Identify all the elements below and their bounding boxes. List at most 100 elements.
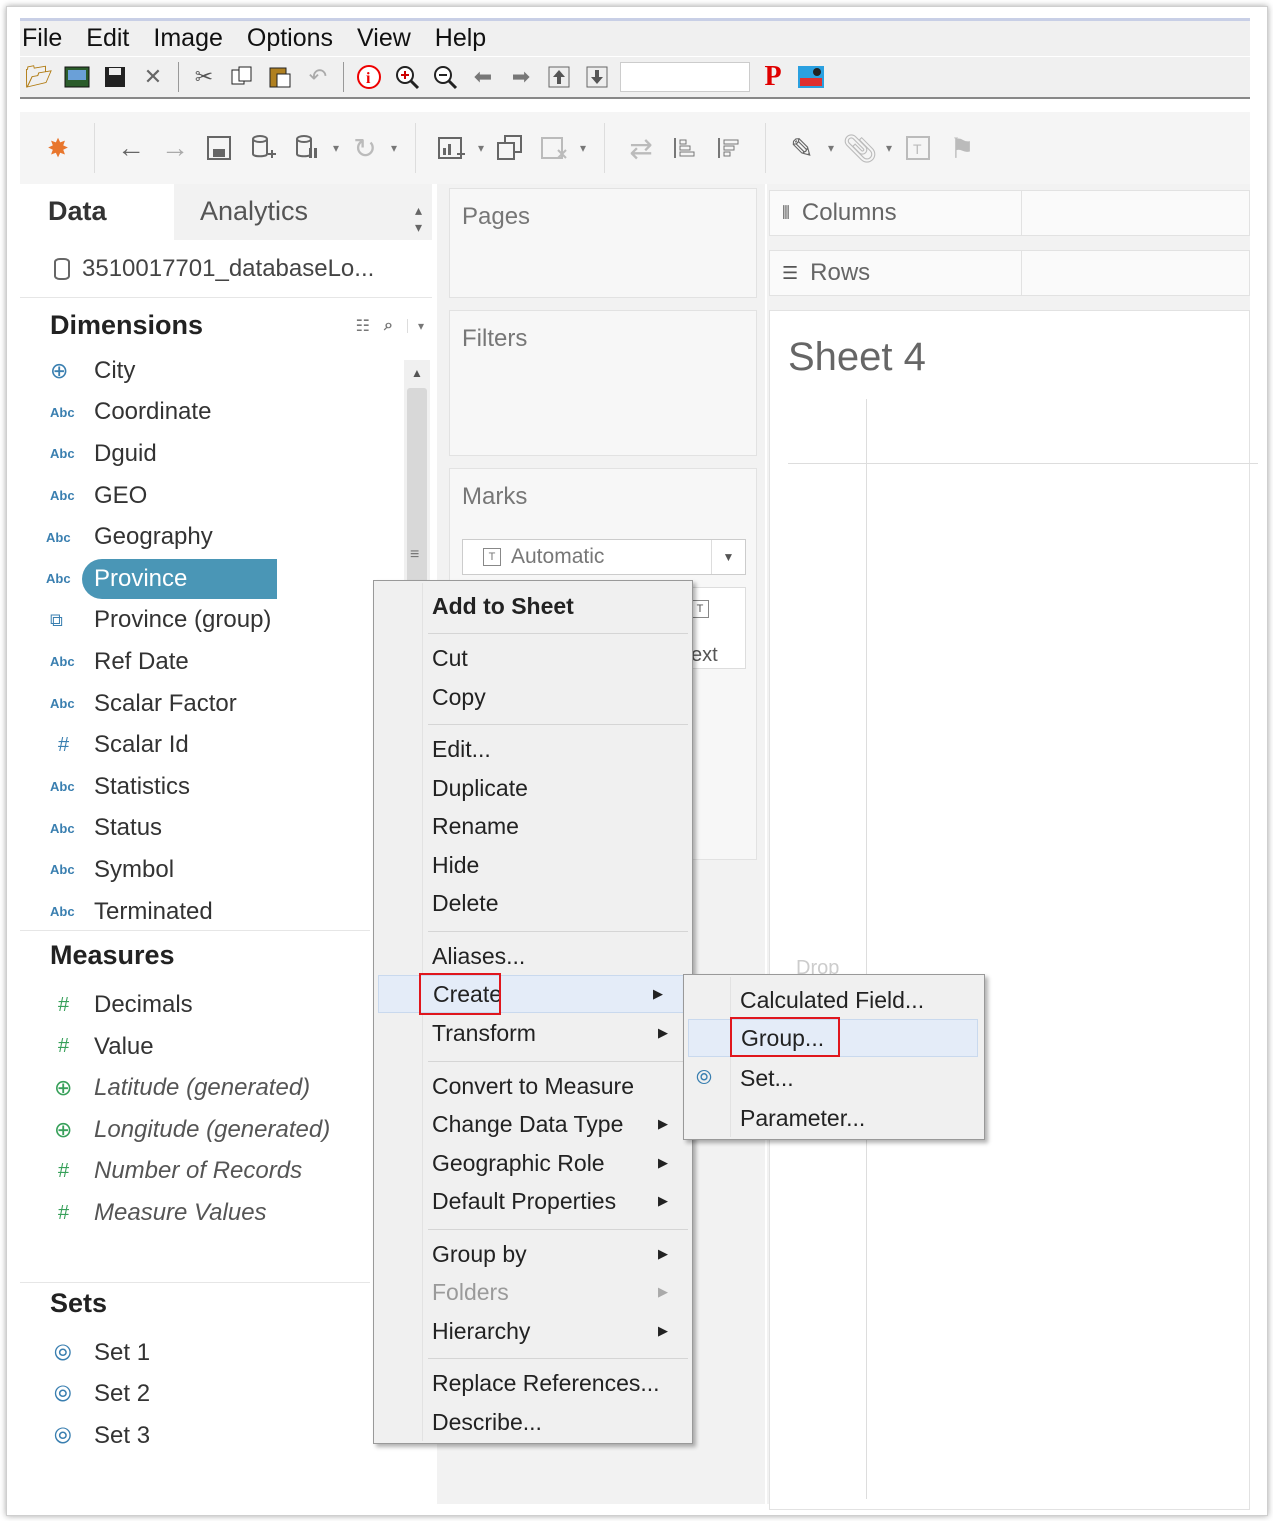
menu-item-convert-to-measure[interactable]: Convert to Measure bbox=[374, 1067, 692, 1105]
set-item[interactable]: ⦾ Set 1 bbox=[20, 1332, 400, 1374]
move-up-icon[interactable] bbox=[544, 62, 574, 92]
arrow-left-icon[interactable]: ⬅︎ bbox=[468, 62, 498, 92]
menu-item-rename[interactable]: Rename bbox=[374, 807, 692, 845]
menu-item-change-data-type[interactable]: Change Data Type ▶ bbox=[374, 1105, 692, 1143]
zoom-in-icon[interactable] bbox=[392, 62, 422, 92]
sort-asc-icon[interactable] bbox=[663, 126, 707, 170]
chevron-down-icon[interactable]: ▼ bbox=[711, 540, 745, 574]
menu-item-aliases[interactable]: Aliases... bbox=[374, 937, 692, 975]
toolbar-text-box[interactable] bbox=[620, 62, 750, 92]
pin-icon[interactable]: ⚑ bbox=[940, 126, 984, 170]
copy-icon[interactable] bbox=[227, 62, 257, 92]
menu-item-transform[interactable]: Transform ▶ bbox=[374, 1014, 692, 1052]
menu-item-duplicate[interactable]: Duplicate bbox=[374, 769, 692, 807]
p-icon[interactable]: P bbox=[758, 61, 788, 92]
show-labels-icon[interactable]: T bbox=[896, 126, 940, 170]
dropdown-arrow-icon[interactable]: ▾ bbox=[882, 141, 896, 155]
highlight-icon[interactable]: ✎ bbox=[780, 126, 824, 170]
dropdown-arrow-icon[interactable]: ▾ bbox=[387, 141, 401, 155]
menu-item-copy[interactable]: Copy bbox=[374, 678, 692, 716]
field-dguid[interactable]: Abc Dguid bbox=[20, 433, 432, 475]
clear-sheet-icon[interactable] bbox=[532, 126, 576, 170]
save-disk-icon[interactable] bbox=[100, 62, 130, 92]
refresh-icon[interactable]: ↻ bbox=[343, 126, 387, 170]
field-scalar-id[interactable]: # Scalar Id bbox=[20, 724, 432, 766]
menu-help[interactable]: Help bbox=[423, 24, 498, 53]
swap-icon[interactable]: ⇄ bbox=[619, 126, 663, 170]
menu-item-set[interactable]: ⦾ Set... bbox=[684, 1059, 984, 1097]
sort-desc-icon[interactable] bbox=[707, 126, 751, 170]
dropdown-arrow-icon[interactable]: ▾ bbox=[576, 141, 590, 155]
menu-item-geographic-role[interactable]: Geographic Role ▶ bbox=[374, 1144, 692, 1182]
scroll-up-icon[interactable]: ▲ bbox=[411, 366, 423, 380]
dropdown-arrow-icon[interactable]: ▾ bbox=[824, 141, 838, 155]
field-symbol[interactable]: Abc Symbol bbox=[20, 849, 432, 891]
field-status[interactable]: Abc Status bbox=[20, 808, 432, 850]
image-icon[interactable] bbox=[62, 62, 92, 92]
worksheet-view[interactable]: Sheet 4 Drop bbox=[769, 310, 1258, 1510]
cut-icon[interactable]: ✂ bbox=[189, 62, 219, 92]
field-number-of-records[interactable]: # Number of Records bbox=[20, 1151, 432, 1193]
field-geography[interactable]: Abc Geography bbox=[20, 516, 432, 558]
pause-updates-icon[interactable] bbox=[285, 126, 329, 170]
field-province[interactable]: Abc Province bbox=[20, 558, 432, 600]
zoom-out-icon[interactable] bbox=[430, 62, 460, 92]
info-icon[interactable]: i bbox=[354, 62, 384, 92]
mark-type-dropdown[interactable]: T Automatic ▼ bbox=[462, 539, 746, 575]
menu-file[interactable]: File bbox=[20, 24, 74, 53]
set-item[interactable]: ⦾ Set 3 bbox=[20, 1415, 400, 1457]
menu-item-edit[interactable]: Edit... bbox=[374, 730, 692, 768]
menu-item-hide[interactable]: Hide bbox=[374, 846, 692, 884]
field-province-group[interactable]: ⧉ Province (group) bbox=[20, 600, 432, 642]
set-item[interactable]: ⦾ Set 2 bbox=[20, 1374, 400, 1416]
arrow-right-icon[interactable]: ➡︎ bbox=[506, 62, 536, 92]
new-datasource-icon[interactable] bbox=[241, 126, 285, 170]
menu-item-delete[interactable]: Delete bbox=[374, 884, 692, 922]
filters-shelf[interactable]: Filters bbox=[449, 310, 757, 456]
field-decimals[interactable]: # Decimals bbox=[20, 984, 432, 1026]
menu-item-describe[interactable]: Describe... bbox=[374, 1403, 692, 1441]
dropdown-arrow-icon[interactable]: ▾ bbox=[474, 141, 488, 155]
field-city[interactable]: ⊕ City bbox=[20, 350, 432, 392]
menu-item-cut[interactable]: Cut bbox=[374, 639, 692, 677]
menu-item-default-properties[interactable]: Default Properties ▶ bbox=[374, 1182, 692, 1220]
field-latitude-generated[interactable]: ⊕ Latitude (generated) bbox=[20, 1068, 432, 1110]
field-coordinate[interactable]: Abc Coordinate bbox=[20, 392, 432, 434]
back-icon[interactable]: ← bbox=[109, 126, 153, 170]
field-terminated[interactable]: Abc Terminated bbox=[20, 891, 432, 933]
group-members-icon[interactable]: 📎︎ bbox=[838, 126, 882, 170]
scroll-thumb[interactable] bbox=[407, 388, 427, 608]
pages-shelf[interactable]: Pages bbox=[449, 188, 757, 298]
open-folder-icon[interactable]: 📂︎ bbox=[24, 62, 54, 92]
sheet-title[interactable]: Sheet 4 bbox=[788, 335, 926, 380]
field-longitude-generated[interactable]: ⊕ Longitude (generated) bbox=[20, 1109, 432, 1151]
menu-item-calculated-field[interactable]: Calculated Field... bbox=[684, 981, 984, 1019]
forward-icon[interactable]: → bbox=[153, 126, 197, 170]
field-statistics[interactable]: Abc Statistics bbox=[20, 766, 432, 808]
close-x-icon[interactable]: ✕ bbox=[138, 62, 168, 92]
menu-view[interactable]: View bbox=[345, 24, 423, 53]
field-scalar-factor[interactable]: Abc Scalar Factor bbox=[20, 683, 432, 725]
menu-item-add-to-sheet[interactable]: Add to Sheet bbox=[374, 587, 692, 625]
datasource-item[interactable]: 3510017701_databaseLo... bbox=[20, 240, 432, 298]
columns-shelf[interactable]: ⦀ Columns bbox=[769, 190, 1250, 236]
picture-icon[interactable] bbox=[796, 62, 826, 92]
menu-item-hierarchy[interactable]: Hierarchy ▶ bbox=[374, 1312, 692, 1350]
save-icon[interactable] bbox=[197, 126, 241, 170]
new-worksheet-icon[interactable] bbox=[430, 126, 474, 170]
menu-dropdown-icon[interactable]: ▾ bbox=[406, 319, 424, 333]
paste-icon[interactable] bbox=[265, 62, 295, 92]
move-down-icon[interactable] bbox=[582, 62, 612, 92]
field-value[interactable]: # Value bbox=[20, 1026, 432, 1068]
menu-options[interactable]: Options bbox=[235, 24, 345, 53]
rows-shelf[interactable]: ☰ Rows bbox=[769, 250, 1250, 296]
view-as-list-icon[interactable]: ☷ bbox=[356, 316, 370, 336]
menu-item-group-by[interactable]: Group by ▶ bbox=[374, 1235, 692, 1273]
field-measure-values[interactable]: # Measure Values bbox=[20, 1192, 432, 1234]
menu-item-replace-references[interactable]: Replace References... bbox=[374, 1364, 692, 1402]
field-geo[interactable]: Abc GEO bbox=[20, 475, 432, 517]
tab-data[interactable]: Data bbox=[20, 184, 174, 240]
duplicate-icon[interactable] bbox=[488, 126, 532, 170]
dropdown-arrow-icon[interactable]: ▾ bbox=[329, 141, 343, 155]
search-icon[interactable]: ⌕ bbox=[384, 317, 393, 335]
